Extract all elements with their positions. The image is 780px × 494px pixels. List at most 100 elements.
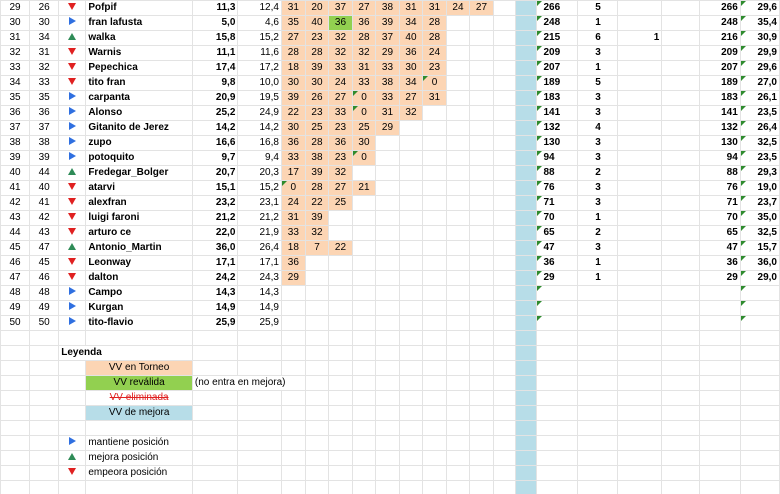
empty-cell[interactable] <box>492 300 516 316</box>
extra-cell[interactable] <box>617 75 663 91</box>
trend-cell[interactable] <box>58 30 87 46</box>
vv-score-cell[interactable] <box>375 255 400 271</box>
extra-cell[interactable] <box>617 165 663 181</box>
legend-title[interactable]: Leyenda <box>58 345 193 361</box>
vv-score-cell[interactable]: 20 <box>304 0 330 16</box>
points-cell[interactable]: 215 <box>536 30 579 46</box>
vv-score-cell[interactable]: 18 <box>280 240 306 256</box>
trend-cell[interactable] <box>58 15 87 31</box>
empty-cell[interactable] <box>739 405 780 421</box>
trend-cell[interactable] <box>58 285 87 301</box>
points-cell[interactable]: 94 <box>536 150 579 166</box>
position-cell[interactable]: 29 <box>0 0 31 16</box>
position-cell[interactable]: 36 <box>0 105 31 121</box>
trend-cell[interactable] <box>58 225 87 241</box>
total-points-cell[interactable]: 36 <box>699 255 741 271</box>
vv-score-cell[interactable]: 39 <box>304 60 330 76</box>
points-cell[interactable]: 207 <box>536 60 579 76</box>
vv-score-cell[interactable] <box>469 120 494 136</box>
vv-score-cell[interactable] <box>445 15 471 31</box>
vv-score-cell[interactable]: 22 <box>328 240 353 256</box>
empty-cell[interactable] <box>328 480 353 494</box>
empty-cell[interactable] <box>328 390 353 406</box>
empty-cell[interactable] <box>577 330 619 346</box>
legend-vv-eliminada[interactable]: VV eliminada <box>85 390 193 406</box>
vv-score-cell[interactable] <box>375 285 400 301</box>
vv-score-cell[interactable]: 28 <box>422 30 447 46</box>
empty-cell[interactable] <box>58 390 87 406</box>
legend-mejora[interactable]: mejora posición <box>85 450 193 466</box>
total-points-cell[interactable]: 141 <box>699 105 741 121</box>
trend-cell[interactable] <box>58 300 87 316</box>
vv-score-cell[interactable]: 27 <box>351 0 377 16</box>
empty-cell[interactable] <box>492 390 516 406</box>
empty-cell[interactable] <box>237 480 282 494</box>
vv-score-cell[interactable]: 39 <box>280 90 306 106</box>
handicap-cell[interactable]: 21,2 <box>191 210 239 226</box>
vv-score-cell[interactable] <box>398 255 424 271</box>
player-name-cell[interactable]: Fredegar_Bolger <box>85 165 193 181</box>
empty-cell[interactable] <box>58 480 87 494</box>
previous-position-cell[interactable]: 35 <box>29 90 60 106</box>
mejora-cell[interactable] <box>514 300 538 316</box>
empty-cell[interactable] <box>617 375 663 391</box>
empty-cell[interactable] <box>492 90 516 106</box>
total-points-cell[interactable]: 132 <box>699 120 741 136</box>
vv-score-cell[interactable]: 39 <box>375 15 400 31</box>
empty-cell[interactable] <box>617 390 663 406</box>
vv-score-cell[interactable] <box>445 30 471 46</box>
average-cell[interactable]: 27,0 <box>739 75 780 91</box>
empty-cell[interactable] <box>492 0 516 16</box>
empty-cell[interactable] <box>398 465 424 481</box>
vv-score-cell[interactable]: 38 <box>375 0 400 16</box>
count-cell[interactable]: 1 <box>577 210 619 226</box>
vv-score-cell[interactable]: 23 <box>304 30 330 46</box>
count-cell[interactable]: 3 <box>577 105 619 121</box>
empty-cell[interactable] <box>661 330 701 346</box>
count-cell[interactable]: 5 <box>577 0 619 16</box>
average-cell[interactable]: 32,5 <box>739 135 780 151</box>
empty-cell[interactable] <box>699 375 741 391</box>
empty-cell[interactable] <box>492 255 516 271</box>
vv-score-cell[interactable] <box>445 195 471 211</box>
empty-cell[interactable] <box>398 330 424 346</box>
empty-cell[interactable] <box>191 360 239 376</box>
player-name-cell[interactable]: potoquito <box>85 150 193 166</box>
extra-cell[interactable] <box>617 180 663 196</box>
empty-cell[interactable] <box>304 375 330 391</box>
empty-cell[interactable] <box>739 390 780 406</box>
vv-score-cell[interactable]: 24 <box>280 195 306 211</box>
vv-score-cell[interactable] <box>328 285 353 301</box>
vv-score-cell[interactable] <box>469 30 494 46</box>
trend-cell[interactable] <box>58 60 87 76</box>
vv-score-cell[interactable]: 36 <box>280 255 306 271</box>
empty-cell[interactable] <box>237 450 282 466</box>
empty-cell[interactable] <box>492 210 516 226</box>
handicap-cell[interactable]: 17,1 <box>191 255 239 271</box>
vv-score-cell[interactable] <box>469 165 494 181</box>
vv-score-cell[interactable] <box>351 285 377 301</box>
average-cell[interactable]: 35,4 <box>739 15 780 31</box>
total-points-cell[interactable]: 29 <box>699 270 741 286</box>
empty-cell[interactable] <box>577 465 619 481</box>
points-cell[interactable]: 209 <box>536 45 579 61</box>
count-cell[interactable]: 1 <box>577 270 619 286</box>
average-cell[interactable]: 29,9 <box>739 45 780 61</box>
empty-cell[interactable] <box>492 345 516 361</box>
player-name-cell[interactable]: Campo <box>85 285 193 301</box>
position-cell[interactable]: 37 <box>0 120 31 136</box>
trend-cell[interactable] <box>58 315 87 331</box>
vv-score-cell[interactable] <box>445 315 471 331</box>
empty-cell[interactable] <box>398 435 424 451</box>
vv-score-cell[interactable]: 0 <box>422 75 447 91</box>
empty-cell[interactable] <box>0 450 31 466</box>
empty-cell[interactable] <box>469 480 494 494</box>
position-cell[interactable]: 45 <box>0 240 31 256</box>
empty-cell[interactable] <box>280 420 306 436</box>
empty-cell[interactable] <box>514 405 538 421</box>
total-points-cell[interactable]: 216 <box>699 30 741 46</box>
trend-cell[interactable] <box>58 150 87 166</box>
vv-score-cell[interactable]: 31 <box>351 60 377 76</box>
vv-score-cell[interactable] <box>445 300 471 316</box>
empty-cell[interactable] <box>191 330 239 346</box>
